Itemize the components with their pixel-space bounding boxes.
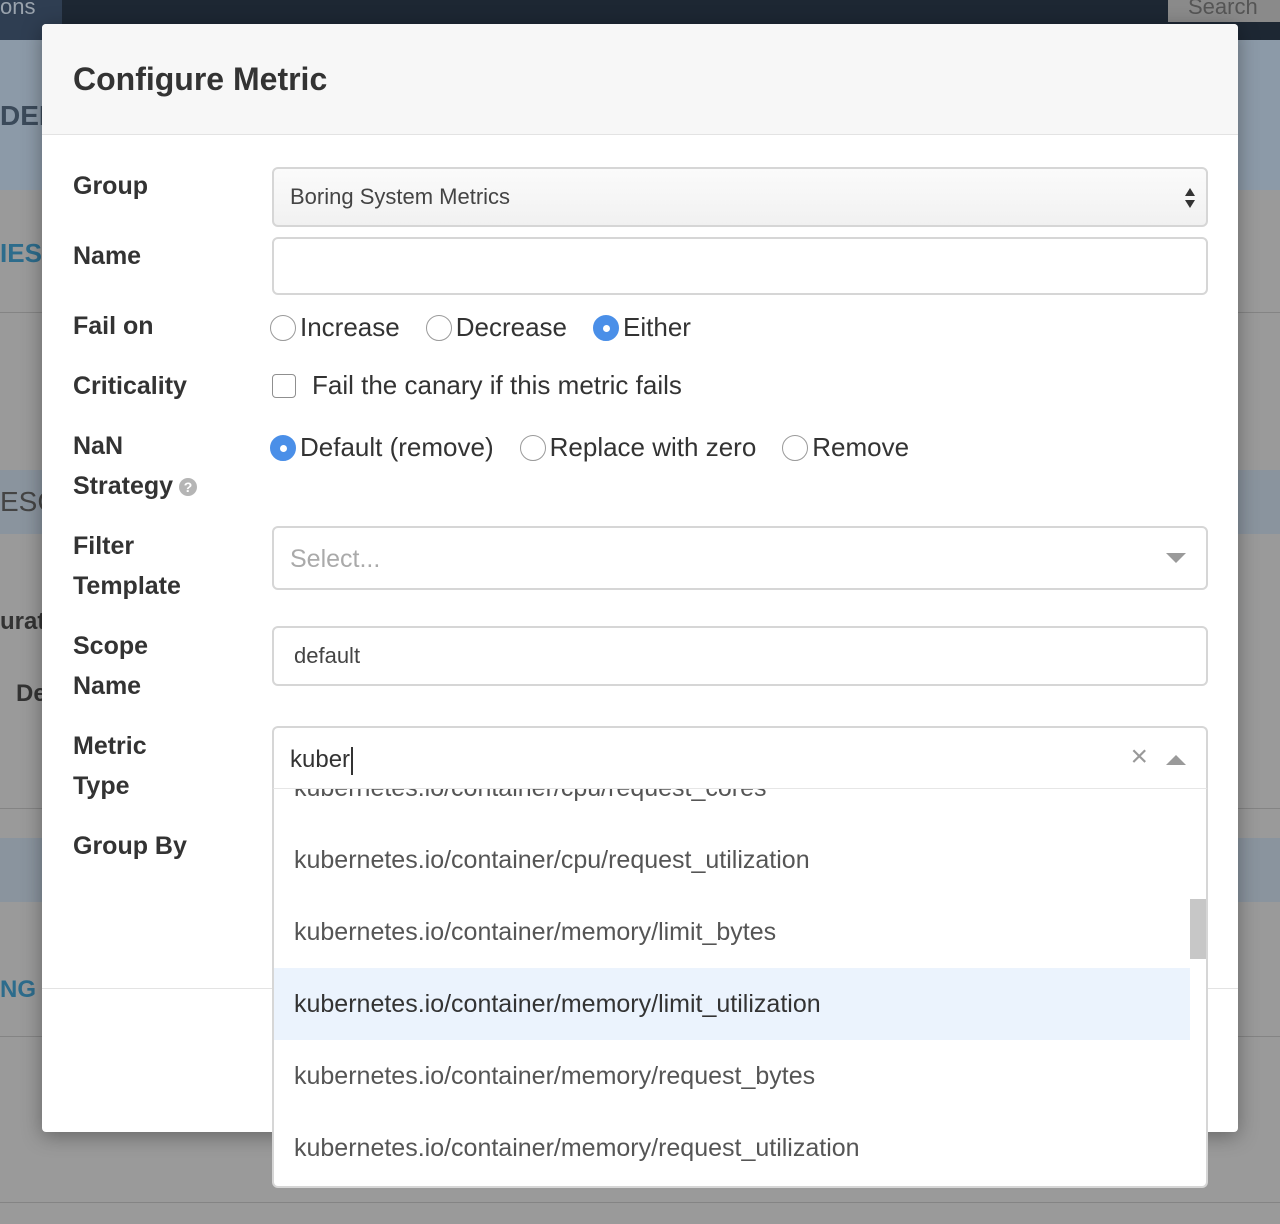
metric-type-search-text: kuber xyxy=(290,746,351,773)
clear-icon[interactable]: × xyxy=(1130,740,1148,774)
filter-template-label-line2: Template xyxy=(73,572,181,600)
filter-template-placeholder: Select... xyxy=(290,545,381,573)
group-label: Group xyxy=(73,172,148,200)
background-fragment: NG xyxy=(0,976,36,1003)
scope-name-label-line2: Name xyxy=(73,672,142,700)
dropdown-option-highlighted[interactable]: kubernetes.io/container/memory/limit_uti… xyxy=(274,968,1190,1040)
metric-type-combobox[interactable]: kuber × xyxy=(272,726,1208,790)
metric-type-label-line1: Metric xyxy=(73,732,147,760)
help-icon[interactable]: ? xyxy=(179,478,198,497)
filter-template-label-line1: Filter xyxy=(73,532,135,560)
fail-on-either-radio[interactable] xyxy=(593,314,620,341)
metric-type-label-line2: Type xyxy=(73,772,130,800)
filter-template-select[interactable]: Select... xyxy=(272,526,1208,590)
background-divider xyxy=(0,1202,1280,1203)
modal-title: Configure Metric xyxy=(73,61,328,97)
nan-remove-label: Remove xyxy=(812,432,910,462)
nan-strategy-label-line1: NaN xyxy=(73,432,124,460)
nan-strategy-label: Strategy? xyxy=(73,466,198,506)
criticality-label: Criticality xyxy=(73,372,187,400)
fail-on-decrease-option[interactable]: Decrease xyxy=(425,312,568,343)
metric-type-search-input[interactable]: kuber xyxy=(290,746,354,775)
dropdown-option[interactable]: kubernetes.io/container/cpu/request_core… xyxy=(274,789,1190,824)
nan-default-label: Default (remove) xyxy=(300,432,494,462)
nan-remove-option[interactable]: Remove xyxy=(782,432,909,463)
dropdown-option[interactable]: kubernetes.io/container/memory/request_b… xyxy=(274,1040,1190,1112)
name-label: Name xyxy=(73,242,142,270)
background-fragment: urat xyxy=(0,608,46,635)
nan-replace-zero-label: Replace with zero xyxy=(549,432,757,462)
name-input[interactable] xyxy=(272,237,1208,295)
scope-name-input[interactable] xyxy=(272,626,1208,686)
fail-on-increase-option[interactable]: Increase xyxy=(270,312,400,343)
dropdown-scrollbar-thumb[interactable] xyxy=(1190,899,1206,959)
dropdown-option[interactable]: kubernetes.io/container/memory/limit_byt… xyxy=(274,896,1190,968)
criticality-checkbox-label: Fail the canary if this metric fails xyxy=(312,370,682,400)
scope-name-label-line1: Scope xyxy=(73,632,149,660)
group-select-value: Boring System Metrics xyxy=(290,184,511,209)
background-search-button: Search xyxy=(1168,0,1280,22)
nan-remove-radio[interactable] xyxy=(782,434,809,461)
nan-replace-zero-radio[interactable] xyxy=(519,434,546,461)
fail-on-decrease-label: Decrease xyxy=(455,312,568,342)
nan-replace-zero-option[interactable]: Replace with zero xyxy=(519,432,757,463)
nan-strategy-radio-group: Default (remove) Replace with zero Remov… xyxy=(270,432,935,463)
chevron-down-icon[interactable] xyxy=(1166,553,1186,565)
fail-on-decrease-radio[interactable] xyxy=(425,314,452,341)
criticality-checkbox[interactable] xyxy=(272,374,296,398)
modal-header: Configure Metric xyxy=(42,24,1238,135)
dropdown-option[interactable]: kubernetes.io/container/memory/request_u… xyxy=(274,1112,1190,1184)
nan-default-option[interactable]: Default (remove) xyxy=(270,432,494,463)
fail-on-label: Fail on xyxy=(73,312,154,340)
fail-on-either-label: Either xyxy=(623,312,691,342)
group-by-label: Group By xyxy=(73,832,187,860)
dropdown-option[interactable]: kubernetes.io/container/cpu/request_util… xyxy=(274,824,1190,896)
fail-on-increase-radio[interactable] xyxy=(270,314,296,341)
fail-on-radio-group: Increase Decrease Either xyxy=(270,312,717,343)
background-fragment: IES xyxy=(0,238,42,268)
text-cursor xyxy=(351,746,354,775)
nan-strategy-label-line2: Strategy xyxy=(73,472,174,500)
nan-default-radio[interactable] xyxy=(270,434,296,461)
fail-on-either-option[interactable]: Either xyxy=(593,312,691,343)
group-select[interactable]: Boring System Metrics xyxy=(272,167,1208,227)
select-sort-arrows-icon xyxy=(1185,188,1195,208)
metric-type-dropdown-menu: kubernetes.io/container/cpu/request_core… xyxy=(272,788,1208,1188)
chevron-up-icon[interactable] xyxy=(1166,754,1186,766)
fail-on-increase-label: Increase xyxy=(300,312,400,342)
